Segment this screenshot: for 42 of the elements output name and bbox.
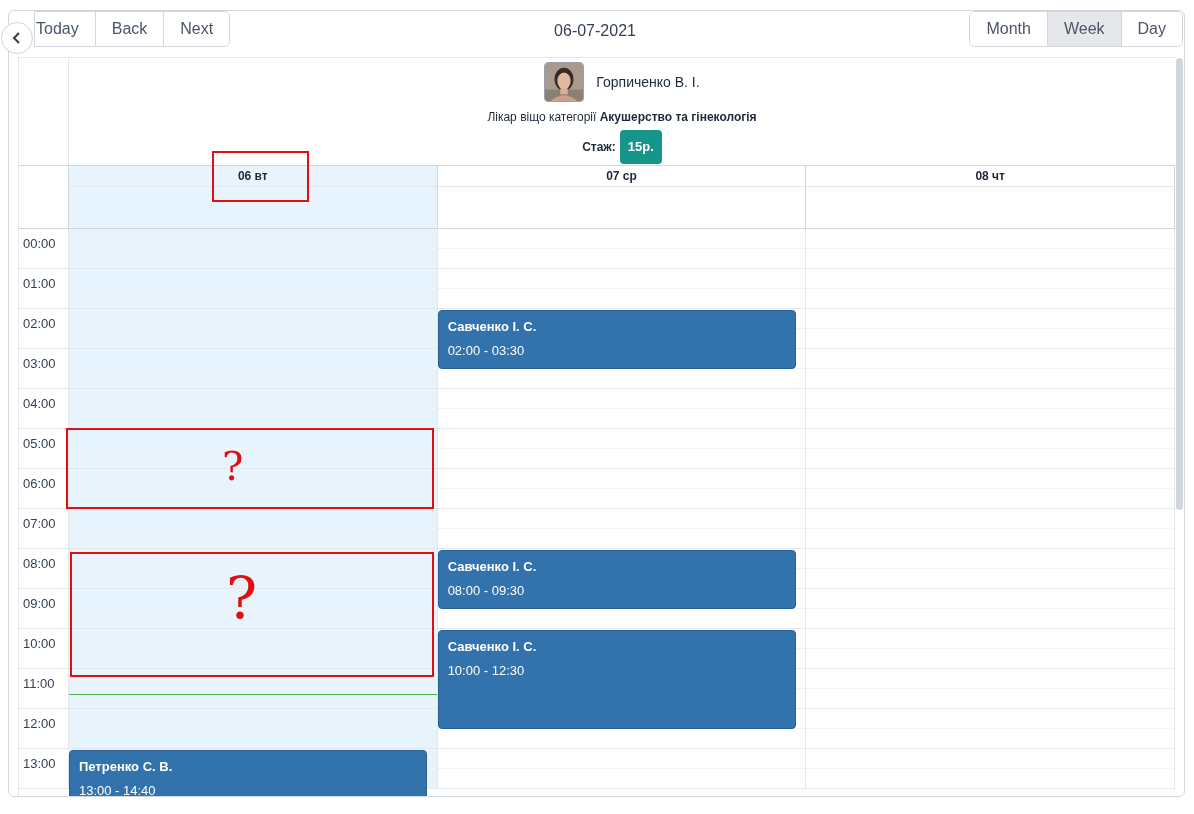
scrollbar[interactable] <box>1176 58 1183 510</box>
hour-label: 12:00 <box>23 716 56 731</box>
event-time: 13:00 - 14:40 <box>78 781 157 796</box>
doctor-title: Лікар віщо категорії Акушерство та гінекологія <box>487 109 757 126</box>
current-date: 06-07-2021 <box>553 21 637 41</box>
experience-label: Стаж: <box>582 138 616 156</box>
day-header: 06 вт <box>68 166 437 187</box>
hour-label: 01:00 <box>23 276 56 291</box>
appointment-event[interactable]: Савченко І. С. 08:00 - 09:30 <box>437 550 796 609</box>
appointment-event[interactable]: Савченко І. С. 02:00 - 03:30 <box>437 310 796 369</box>
hour-label: 02:00 <box>23 316 56 331</box>
appointment-event[interactable]: Петренко С. В. 13:00 - 14:40 <box>68 750 427 796</box>
back-button[interactable] <box>1 22 33 54</box>
event-time: 08:00 - 09:30 <box>447 581 526 600</box>
hour-label: 00:00 <box>23 236 56 251</box>
hour-label: 06:00 <box>23 476 56 491</box>
hour-label: 05:00 <box>23 436 56 451</box>
hour-label: 04:00 <box>23 396 56 411</box>
hour-label: 10:00 <box>23 636 56 651</box>
hour-label: 07:00 <box>23 516 56 531</box>
event-time: 10:00 - 12:30 <box>447 661 526 680</box>
hour-label: 13:00 <box>23 756 56 771</box>
patient-name: Петренко С. В. <box>78 758 174 776</box>
question-mark: ? <box>222 442 244 491</box>
chevron-left-icon <box>12 32 22 44</box>
doctor-name: Горпиченко В. І. <box>596 72 700 92</box>
view-tab[interactable]: Week <box>1046 12 1121 46</box>
view-tab[interactable]: Day <box>1120 12 1182 46</box>
day-header: 07 ср <box>437 166 806 187</box>
hour-label: 09:00 <box>23 596 56 611</box>
day-header: 08 чт <box>806 166 1174 187</box>
experience-badge: 15р. <box>619 130 662 164</box>
nav-button[interactable]: Next <box>163 12 230 46</box>
hour-label: 11:00 <box>23 676 55 691</box>
question-mark: ? <box>226 563 258 634</box>
hour-label: 03:00 <box>23 356 56 371</box>
patient-name: Савченко І. С. <box>447 318 538 336</box>
patient-name: Савченко І. С. <box>447 558 538 576</box>
hour-label: 08:00 <box>23 556 56 571</box>
patient-name: Савченко І. С. <box>447 638 538 656</box>
event-time: 02:00 - 03:30 <box>447 341 526 360</box>
appointment-event[interactable]: Савченко І. С. 10:00 - 12:30 <box>437 630 796 729</box>
